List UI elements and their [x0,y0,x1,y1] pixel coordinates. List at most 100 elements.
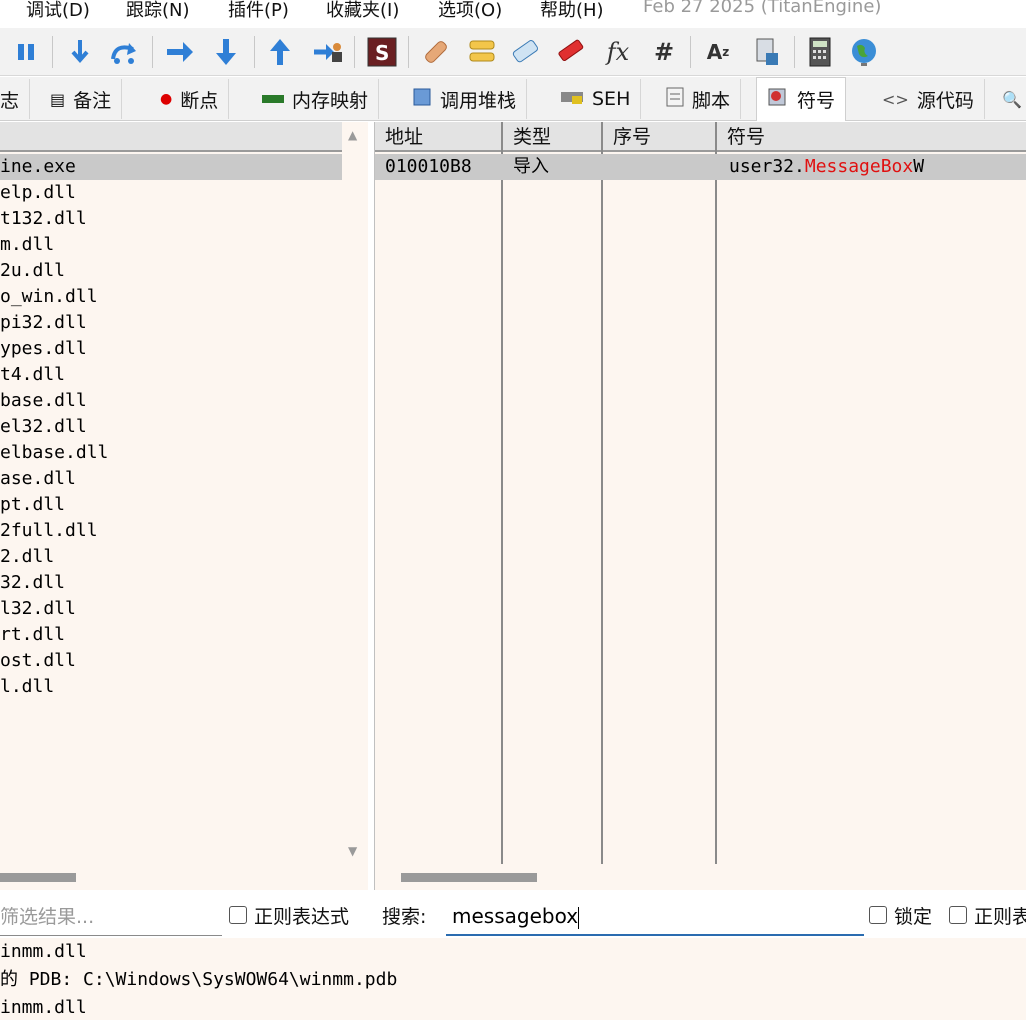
tab-more[interactable]: 🔍 [992,79,1026,119]
menu-trace[interactable]: 跟踪(N) [126,0,190,22]
list-item[interactable]: 2full.dll [0,518,342,544]
tab-symbols[interactable]: 符号 [756,77,847,121]
globe-icon[interactable] [848,36,880,68]
list-item[interactable]: 2.dll [0,544,342,570]
seh-icon [560,88,584,110]
list-item[interactable]: t4.dll [0,362,342,388]
step-over-icon[interactable] [108,36,140,68]
log-line: inmm.dll [0,997,87,1018]
symbols-icon [767,87,789,113]
text-caret [578,906,580,929]
list-item[interactable]: o_win.dll [0,284,342,310]
lock-label: 锁定 [894,906,933,928]
filter-input[interactable]: 筛选结果... [0,900,222,936]
list-item[interactable]: elp.dll [0,180,342,206]
list-item[interactable]: m.dll [0,232,342,258]
tab-notes[interactable]: ▤ 备注 [40,79,123,119]
regex2-label: 正则表 [974,906,1026,928]
tab-log[interactable]: 志 [0,79,30,119]
user-trace-icon[interactable] [312,36,344,68]
hscroll-thumb[interactable] [401,873,537,882]
script-icon [666,87,684,111]
list-item[interactable]: base.dll [0,388,342,414]
table-row[interactable]: 010010B8 导入 user32.MessageBoxW [375,154,1026,180]
column-type[interactable]: 类型 [503,122,551,152]
column-symbol[interactable]: 符号 [717,122,765,152]
tab-seh[interactable]: SEH [550,79,642,119]
list-item[interactable]: 32.dll [0,570,342,596]
symbol-table-hscroll[interactable] [375,864,1026,890]
list-item[interactable]: elbase.dll [0,440,342,466]
list-item[interactable]: pt.dll [0,492,342,518]
column-ordinal[interactable]: 序号 [603,122,651,152]
module-list-vscroll[interactable]: ▲ ▼ [342,122,368,864]
menu-options[interactable]: 选项(O) [438,0,502,22]
label-icon[interactable] [510,36,542,68]
row-symbol: user32.MessageBoxW [729,154,924,180]
column-address[interactable]: 地址 [375,122,423,152]
list-item[interactable]: t132.dll [0,206,342,232]
scylla-icon[interactable]: S [366,36,398,68]
strings-icon[interactable]: Az [702,36,734,68]
list-item[interactable]: ase.dll [0,466,342,492]
search-input[interactable]: messagebox [446,898,864,936]
hscroll-thumb[interactable] [0,873,76,882]
symbol-table-pane: 地址 类型 序号 符号 010010B8 导入 user32.MessageBo… [374,122,1026,890]
regex-label: 正则表达式 [254,906,350,928]
calculator-icon[interactable] [804,36,836,68]
pause-icon[interactable] [10,36,42,68]
scroll-up-icon[interactable]: ▲ [348,128,357,142]
menu-help[interactable]: 帮助(H) [540,0,604,22]
menu-favorites[interactable]: 收藏夹(I) [326,0,399,22]
tab-symbols-label: 符号 [797,90,836,112]
tab-call-stack[interactable]: 调用堆栈 [402,79,528,119]
list-item[interactable]: l32.dll [0,596,342,622]
tab-source[interactable]: <> 源代码 [872,79,985,119]
patch-icon[interactable] [420,36,452,68]
comment-icon[interactable] [466,36,498,68]
menu-bar: 调试(D) 跟踪(N) 插件(P) 收藏夹(I) 选项(O) 帮助(H) Feb… [0,0,1026,24]
tab-breakpoints[interactable]: ● 断点 [150,79,230,119]
list-item[interactable]: ypes.dll [0,336,342,362]
tab-script[interactable]: 脚本 [656,79,742,119]
list-item[interactable]: rt.dll [0,622,342,648]
symbol-prefix: user32. [729,156,805,177]
column-divider [601,122,603,864]
log-line: 的 PDB: C:\Windows\SysWOW64\winmm.pdb [0,969,398,990]
tab-breakpoints-label: 断点 [180,89,219,112]
menu-debug[interactable]: 调试(D) [26,0,90,22]
execute-till-return-icon[interactable] [210,36,242,68]
menu-plugins[interactable]: 插件(P) [228,0,289,22]
animate-icon[interactable] [264,36,296,68]
function-icon[interactable]: fx [602,36,634,68]
toolbar: S fx # Az [0,28,1026,76]
tab-source-label: 源代码 [916,89,974,112]
tab-log-label: 志 [0,89,20,112]
calculator-doc-icon[interactable] [750,36,782,68]
column-divider [715,122,717,864]
search-bar: 筛选结果... 正则表达式 搜索: messagebox 锁定 正则表 [0,892,1026,938]
list-item[interactable]: l.dll [0,674,342,700]
tab-bar: 志 ▤ 备注 ● 断点 内存映射 调用堆栈 SEH 脚本 符号 <> 源代码 🔍 [0,77,1026,121]
regex-checkbox[interactable] [229,906,247,924]
list-item[interactable]: ine.exe [0,154,342,180]
list-item[interactable]: ost.dll [0,648,342,674]
list-item[interactable]: el32.dll [0,414,342,440]
search-label: 搜索: [382,906,427,928]
module-list-hscroll[interactable] [0,864,368,890]
regex2-checkbox[interactable] [949,906,967,924]
call-stack-icon [412,87,432,111]
step-into-icon[interactable] [64,36,96,68]
list-item[interactable]: pi32.dll [0,310,342,336]
list-item[interactable]: 2u.dll [0,258,342,284]
tab-memory-map[interactable]: 内存映射 [252,79,380,119]
run-to-user-code-icon[interactable] [164,36,196,68]
tab-notes-label: 备注 [73,89,112,112]
lock-checkbox[interactable] [869,906,887,924]
row-type: 导入 [513,156,549,177]
log-line: inmm.dll [0,941,87,962]
bookmark-icon[interactable] [556,36,588,68]
hash-icon[interactable]: # [648,36,680,68]
scroll-down-icon[interactable]: ▼ [348,844,357,858]
module-list-header [0,122,342,152]
